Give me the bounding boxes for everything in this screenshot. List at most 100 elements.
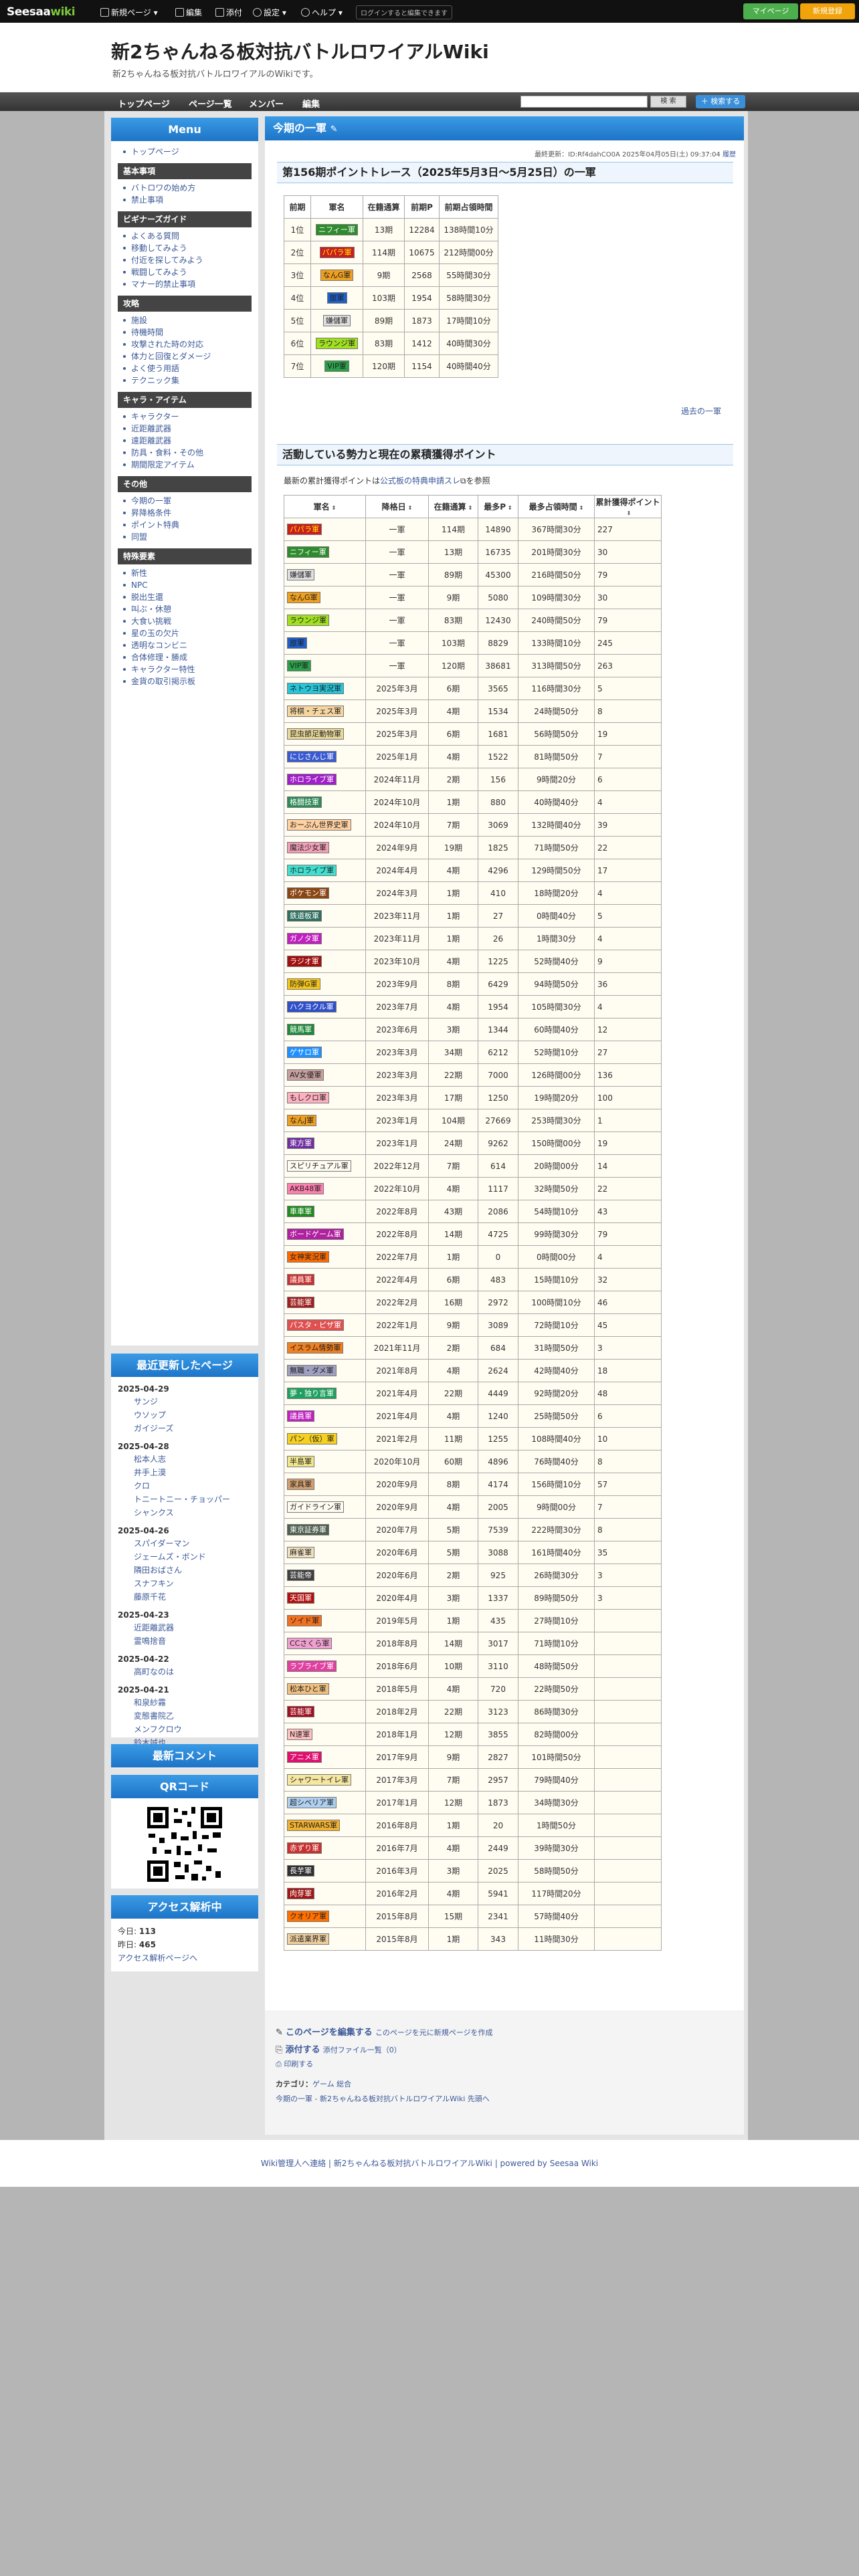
force-name-tag[interactable]: ボードゲーム軍 <box>287 1228 344 1240</box>
force-name-tag[interactable]: 赤ずり軍 <box>287 1842 322 1854</box>
force-name-tag[interactable]: 派遣業界軍 <box>287 1933 329 1945</box>
sidebar-item[interactable]: 透明なコンビニ <box>123 639 258 651</box>
force-name-tag[interactable]: ホロライブ軍 <box>287 774 337 785</box>
recent-page-link[interactable]: 近距離武器 <box>134 1621 258 1634</box>
force-name-tag[interactable]: 将棋・チェス軍 <box>287 706 344 717</box>
recent-page-link[interactable]: トニートニー・チョッパー <box>134 1493 258 1506</box>
force-name-tag[interactable]: 超シベリア軍 <box>287 1797 337 1808</box>
force-name-tag[interactable]: ハクヨクル軍 <box>287 1001 337 1012</box>
sidebar-item[interactable]: バトロワの始め方 <box>123 182 258 194</box>
sidebar-item[interactable]: 大食い挑戦 <box>123 615 258 627</box>
force-name-tag[interactable]: なんG軍 <box>287 592 320 603</box>
force-name-tag[interactable]: パパラ軍 <box>319 247 355 258</box>
sidebar-item[interactable]: 攻撃された時の対応 <box>123 338 258 350</box>
recent-page-link[interactable]: クロ <box>134 1479 258 1493</box>
force-name-tag[interactable]: 夢・独り言軍 <box>287 1388 337 1399</box>
force-name-tag[interactable]: なんJ軍 <box>287 1115 317 1126</box>
nav-top-page[interactable]: トップページ <box>118 97 170 110</box>
sidebar-item-top[interactable]: トップページ <box>123 146 258 158</box>
sidebar-item[interactable]: 同盟 <box>123 531 258 543</box>
force-name-tag[interactable]: 麻雀軍 <box>287 1547 314 1558</box>
force-name-tag[interactable]: AKB48軍 <box>287 1183 324 1194</box>
recent-page-link[interactable]: 井手上漠 <box>134 1466 258 1479</box>
force-name-tag[interactable]: パパラ軍 <box>287 524 322 535</box>
force-name-tag[interactable]: 肉芽軍 <box>287 1888 314 1899</box>
force-name-tag[interactable]: 天国軍 <box>287 1592 314 1604</box>
force-name-tag[interactable]: ホロライブ軍 <box>287 865 337 876</box>
sidebar-item[interactable]: キャラクター特性 <box>123 663 258 675</box>
help-menu[interactable]: ヘルプ ▾ <box>301 7 343 18</box>
force-name-tag[interactable]: 半島軍 <box>287 1456 314 1467</box>
force-name-tag[interactable]: スピリチュアル軍 <box>287 1160 351 1172</box>
force-name-tag[interactable]: 魔法少女軍 <box>287 842 329 853</box>
force-name-tag[interactable]: 芸能帝 <box>287 1570 314 1581</box>
site-title[interactable]: 新2ちゃんねる板対抗バトルロワイアルWiki <box>111 37 489 64</box>
force-name-tag[interactable]: なんG軍 <box>320 270 354 281</box>
sidebar-item[interactable]: 遠距離武器 <box>123 435 258 447</box>
copy-page-link[interactable]: このページを元に新規ページを作成 <box>375 2028 493 2037</box>
force-name-tag[interactable]: 競馬軍 <box>287 1024 314 1035</box>
sortable-column-header[interactable]: 累計獲得ポイント ⇕ <box>594 495 662 518</box>
sidebar-item[interactable]: よく使う用語 <box>123 362 258 374</box>
official-thread-link[interactable]: 公式板の特典申請スレ <box>380 476 460 486</box>
recent-page-link[interactable]: メンフクロウ <box>134 1723 258 1736</box>
sidebar-item[interactable]: NPC <box>123 579 258 591</box>
force-name-tag[interactable]: おーぷん世界史軍 <box>287 819 351 831</box>
force-name-tag[interactable]: 議員軍 <box>287 1274 314 1285</box>
sidebar-item[interactable]: 待機時間 <box>123 326 258 338</box>
force-name-tag[interactable]: 芸能軍 <box>287 1706 314 1717</box>
sidebar-item[interactable]: 叫ぶ・休憩 <box>123 603 258 615</box>
force-name-tag[interactable]: ガノタ軍 <box>287 933 322 944</box>
new-page-menu[interactable]: 新規ページ ▾ <box>100 7 158 18</box>
recent-page-link[interactable]: シャンクス <box>134 1506 258 1519</box>
breadcrumb[interactable]: 今期の一軍 - 新2ちゃんねる板対抗バトルロワイアルWiki 先頭へ <box>276 2093 490 2104</box>
access-link[interactable]: アクセス解析ページへ <box>118 1951 252 1965</box>
sidebar-item[interactable]: 新性 <box>123 567 258 579</box>
sidebar-item[interactable]: よくある質問 <box>123 230 258 242</box>
sortable-column-header[interactable]: 最多P ⇕ <box>478 495 518 518</box>
recent-page-link[interactable]: 隣田おばさん <box>134 1564 258 1577</box>
force-name-tag[interactable]: 無職・ダメ軍 <box>287 1365 337 1376</box>
sidebar-item[interactable]: 星の玉の欠片 <box>123 627 258 639</box>
recent-page-link[interactable]: スナフキン <box>134 1577 258 1590</box>
force-name-tag[interactable]: 長芋軍 <box>287 1865 314 1876</box>
sidebar-item[interactable]: 移動してみよう <box>123 242 258 254</box>
force-name-tag[interactable]: N速軍 <box>287 1729 313 1740</box>
force-name-tag[interactable]: ソイド軍 <box>287 1615 322 1626</box>
advanced-search-button[interactable]: ＋ 検索する <box>696 95 745 108</box>
force-name-tag[interactable]: もしクロ軍 <box>287 1092 329 1103</box>
recent-page-link[interactable]: 藤原千花 <box>134 1590 258 1604</box>
force-name-tag[interactable]: 松本ひと軍 <box>287 1683 329 1695</box>
force-name-tag[interactable]: シャワートイレ軍 <box>287 1774 351 1786</box>
sidebar-item[interactable]: 期間限定アイテム <box>123 459 258 471</box>
recent-page-link[interactable]: 変態書院乙 <box>134 1709 258 1723</box>
category-links[interactable]: ゲーム 総合 <box>312 2080 351 2088</box>
sidebar-item[interactable]: 近距離武器 <box>123 423 258 435</box>
recent-page-link[interactable]: 和泉紗霧 <box>134 1696 258 1709</box>
force-name-tag[interactable]: にじさんじ軍 <box>287 751 337 762</box>
sidebar-item[interactable]: マナー的禁止事項 <box>123 278 258 290</box>
edit-menu[interactable]: 編集 <box>175 7 202 18</box>
nav-members[interactable]: メンバー <box>249 97 284 110</box>
force-name-tag[interactable]: アニメ軍 <box>287 1751 322 1763</box>
force-name-tag[interactable]: 旅軍 <box>287 637 307 649</box>
force-name-tag[interactable]: ネトウヨ実況軍 <box>287 683 344 694</box>
edit-page-link[interactable]: このページを編集する <box>286 2028 373 2038</box>
sidebar-item[interactable]: 金貨の取引掲示板 <box>123 675 258 687</box>
recent-page-link[interactable]: ウソップ <box>134 1408 258 1422</box>
sortable-column-header[interactable]: 降格日 ⇕ <box>365 495 429 518</box>
seesaa-logo[interactable]: Seesaawiki <box>7 5 76 19</box>
sidebar-item[interactable]: 昇降格条件 <box>123 507 258 519</box>
force-name-tag[interactable]: ニフィー軍 <box>287 546 329 558</box>
force-name-tag[interactable]: 東京証券軍 <box>287 1524 329 1535</box>
edit-pencil-icon[interactable]: ✎ <box>330 124 338 134</box>
force-name-tag[interactable]: 東方軍 <box>287 1138 314 1149</box>
force-name-tag[interactable]: 女神実況軍 <box>287 1251 329 1263</box>
force-name-tag[interactable]: パン（仮）軍 <box>287 1433 337 1444</box>
sidebar-item[interactable]: 施設 <box>123 314 258 326</box>
sidebar-item[interactable]: 防具・食料・その他 <box>123 447 258 459</box>
sidebar-item[interactable]: 今期の一軍 <box>123 495 258 507</box>
attach-link[interactable]: 添付する <box>286 2045 320 2055</box>
force-name-tag[interactable]: 議員軍 <box>287 1410 314 1422</box>
recent-page-link[interactable]: 高町なのは <box>134 1665 258 1679</box>
